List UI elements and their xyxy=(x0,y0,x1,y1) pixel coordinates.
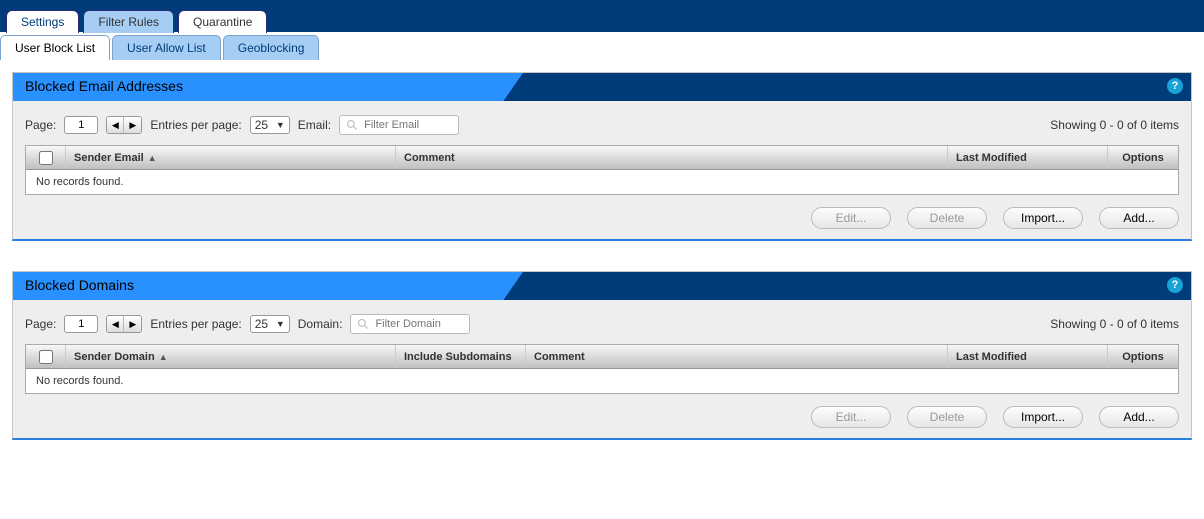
col-options: Options xyxy=(1108,345,1178,368)
filter-label: Domain: xyxy=(298,317,343,331)
help-icon[interactable]: ? xyxy=(1167,277,1183,293)
select-all-cell xyxy=(26,146,66,169)
actions-emails: Edit... Delete Import... Add... xyxy=(25,207,1179,229)
pager: ◀ ▶ xyxy=(106,116,142,134)
empty-row-domains: No records found. xyxy=(26,369,1178,393)
panel-blocked-emails: Blocked Email Addresses ? Page: ◀ ▶ Entr… xyxy=(12,72,1192,241)
toolbar-domains: Page: ◀ ▶ Entries per page: 25▼ Domain: … xyxy=(25,314,1179,334)
search-icon xyxy=(357,318,369,330)
page-next-button[interactable]: ▶ xyxy=(124,117,141,133)
tab-quarantine[interactable]: Quarantine xyxy=(178,10,267,33)
entries-label: Entries per page: xyxy=(150,118,241,132)
filter-email-input[interactable] xyxy=(362,118,452,132)
subtab-user-allow-list[interactable]: User Allow List xyxy=(112,35,221,60)
page-input[interactable] xyxy=(64,315,98,333)
sort-asc-icon: ▲ xyxy=(159,352,168,362)
filter-email-wrap xyxy=(339,115,459,135)
showing-text: Showing 0 - 0 of 0 items xyxy=(1050,118,1179,132)
top-tab-bar: Settings Filter Rules Quarantine xyxy=(0,0,1204,32)
filter-domain-wrap xyxy=(350,314,470,334)
entries-label: Entries per page: xyxy=(150,317,241,331)
panel-blocked-domains: Blocked Domains ? Page: ◀ ▶ Entries per … xyxy=(12,271,1192,440)
sort-asc-icon: ▲ xyxy=(148,153,157,163)
filter-label: Email: xyxy=(298,118,331,132)
search-icon xyxy=(346,119,358,131)
pager: ◀ ▶ xyxy=(106,315,142,333)
subtab-geoblocking[interactable]: Geoblocking xyxy=(223,35,320,60)
toolbar-emails: Page: ◀ ▶ Entries per page: 25▼ Email: S… xyxy=(25,115,1179,135)
grid-emails: Sender Email▲ Comment Last Modified Opti… xyxy=(25,145,1179,195)
col-last-modified[interactable]: Last Modified xyxy=(948,345,1108,368)
edit-button[interactable]: Edit... xyxy=(811,207,891,229)
sub-tab-bar: User Block List User Allow List Geoblock… xyxy=(0,32,1204,60)
page-prev-button[interactable]: ◀ xyxy=(107,316,124,332)
actions-domains: Edit... Delete Import... Add... xyxy=(25,406,1179,428)
panel-title-emails: Blocked Email Addresses xyxy=(13,73,1191,99)
grid-domains: Sender Domain▲ Include Subdomains Commen… xyxy=(25,344,1179,394)
col-comment[interactable]: Comment xyxy=(526,345,948,368)
select-all-checkbox[interactable] xyxy=(39,151,53,165)
empty-row-emails: No records found. xyxy=(26,170,1178,194)
chevron-down-icon: ▼ xyxy=(276,319,285,329)
import-button[interactable]: Import... xyxy=(1003,207,1083,229)
grid-head-domains: Sender Domain▲ Include Subdomains Commen… xyxy=(26,345,1178,369)
import-button[interactable]: Import... xyxy=(1003,406,1083,428)
page-prev-button[interactable]: ◀ xyxy=(107,117,124,133)
panel-title-domains: Blocked Domains xyxy=(13,272,1191,298)
col-sender-domain[interactable]: Sender Domain▲ xyxy=(66,345,396,368)
help-icon[interactable]: ? xyxy=(1167,78,1183,94)
page-next-button[interactable]: ▶ xyxy=(124,316,141,332)
panel-header-emails: Blocked Email Addresses ? xyxy=(13,73,1191,101)
chevron-down-icon: ▼ xyxy=(276,120,285,130)
subtab-user-block-list[interactable]: User Block List xyxy=(0,35,110,60)
col-include-subdomains[interactable]: Include Subdomains xyxy=(396,345,526,368)
col-comment[interactable]: Comment xyxy=(396,146,948,169)
filter-domain-input[interactable] xyxy=(373,317,463,331)
col-last-modified[interactable]: Last Modified xyxy=(948,146,1108,169)
select-all-cell xyxy=(26,345,66,368)
page-label: Page: xyxy=(25,118,56,132)
entries-select[interactable]: 25▼ xyxy=(250,315,290,333)
add-button[interactable]: Add... xyxy=(1099,207,1179,229)
grid-head-emails: Sender Email▲ Comment Last Modified Opti… xyxy=(26,146,1178,170)
showing-text: Showing 0 - 0 of 0 items xyxy=(1050,317,1179,331)
entries-select[interactable]: 25▼ xyxy=(250,116,290,134)
select-all-checkbox[interactable] xyxy=(39,350,53,364)
edit-button[interactable]: Edit... xyxy=(811,406,891,428)
delete-button[interactable]: Delete xyxy=(907,406,987,428)
col-sender-email[interactable]: Sender Email▲ xyxy=(66,146,396,169)
tab-filter-rules[interactable]: Filter Rules xyxy=(83,10,174,33)
tab-settings[interactable]: Settings xyxy=(6,10,79,33)
add-button[interactable]: Add... xyxy=(1099,406,1179,428)
panel-header-domains: Blocked Domains ? xyxy=(13,272,1191,300)
col-options: Options xyxy=(1108,146,1178,169)
page-label: Page: xyxy=(25,317,56,331)
page-input[interactable] xyxy=(64,116,98,134)
delete-button[interactable]: Delete xyxy=(907,207,987,229)
